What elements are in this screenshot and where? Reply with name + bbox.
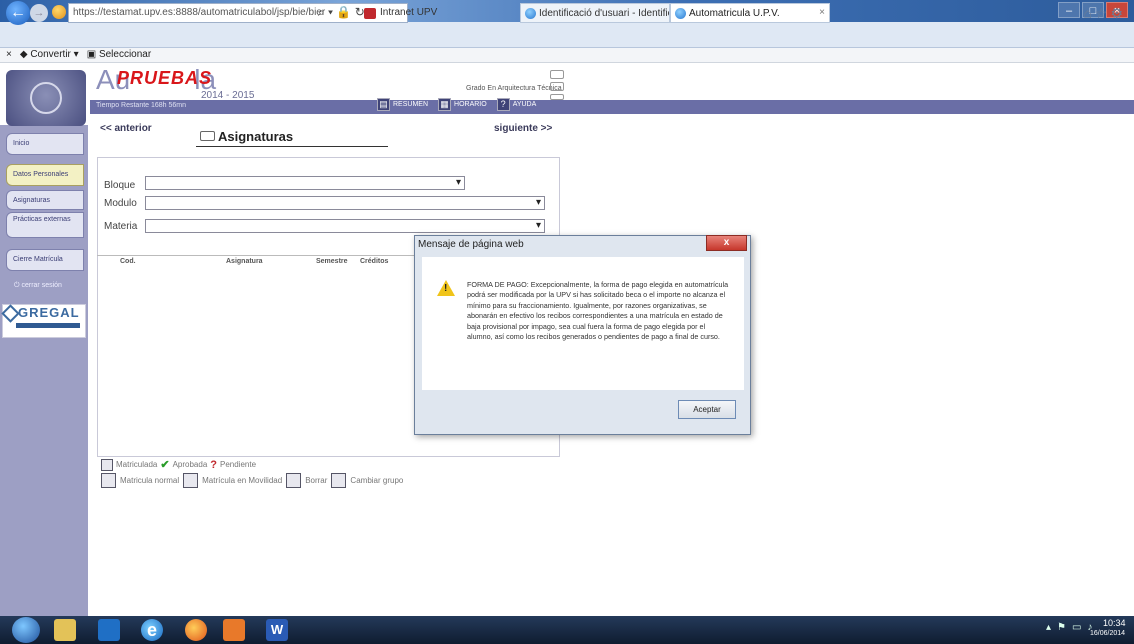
select-button[interactable]: ▣ Seleccionar xyxy=(87,49,152,61)
minimize-button[interactable]: – xyxy=(1058,2,1080,18)
column-header-semestre: Semestre xyxy=(316,258,348,265)
university-seal-logo xyxy=(6,70,86,126)
title-underline xyxy=(196,146,388,147)
navigation-bar xyxy=(0,22,1134,48)
column-header-creditos: Créditos xyxy=(360,258,389,265)
office-icon[interactable] xyxy=(223,619,245,641)
enrolled-icon xyxy=(101,458,113,471)
tab-label: Intranet UPV xyxy=(380,7,438,18)
start-button[interactable] xyxy=(12,617,40,643)
tab-automatricula[interactable]: Automatricula U.P.V. × xyxy=(670,3,830,23)
explorer-icon[interactable] xyxy=(54,619,76,641)
gregal-subbar xyxy=(16,323,80,328)
clock-date[interactable]: 16/06/2014 xyxy=(1090,630,1125,637)
dialog-message: FORMA DE PAGO: Excepcionalmente, la form… xyxy=(467,280,729,342)
home-favorites-settings-icons[interactable]: ⌂☆⚙ xyxy=(1083,5,1126,22)
page-title: Asignaturas xyxy=(218,129,294,144)
sidebar-item-practicas[interactable]: Prácticas externas xyxy=(6,212,84,238)
close-toolbar-icon[interactable]: × xyxy=(6,49,12,61)
logout-link[interactable]: ⏻ cerrar sesión xyxy=(14,282,62,290)
word-icon[interactable]: W xyxy=(266,619,288,641)
section-icon xyxy=(200,131,215,141)
tab-label: Automatricula U.P.V. xyxy=(689,8,780,19)
firefox-icon[interactable] xyxy=(185,619,207,641)
tab-label: Identificació d'usuari - Identific... xyxy=(539,8,670,19)
summary-button[interactable]: ▤ RESUMEN xyxy=(377,98,428,111)
ie-icon xyxy=(675,8,686,19)
materia-label: Materia xyxy=(104,221,138,232)
sidebar-item-asignaturas[interactable]: Asignaturas xyxy=(6,190,84,210)
bloque-select[interactable]: ▾ xyxy=(145,176,465,190)
column-header-asignatura: Asignatura xyxy=(226,258,263,265)
question-icon: ? xyxy=(210,458,218,471)
clock-time[interactable]: 10:34 xyxy=(1103,618,1126,628)
sidebar-item-cierre[interactable]: Cierre Matrícula xyxy=(6,249,84,271)
delete-icon xyxy=(286,473,302,488)
check-icon: ✔ xyxy=(160,459,170,471)
ie-icon xyxy=(525,8,536,19)
help-button[interactable]: ? AYUDA xyxy=(496,98,536,111)
dialog-title: Mensaje de página web xyxy=(418,239,524,250)
schedule-button[interactable]: ▦ HORARIO xyxy=(438,98,487,111)
degree-selector[interactable] xyxy=(550,70,564,79)
degree-name: Grado En Arquitectura Técnica xyxy=(466,85,562,92)
change-group-icon xyxy=(331,473,347,488)
sidebar-item-inicio[interactable]: Inicio xyxy=(6,133,84,155)
header-bar xyxy=(90,100,1134,114)
accept-button[interactable]: Aceptar xyxy=(678,400,736,419)
warning-mark: ! xyxy=(444,283,448,294)
command-bar: × ◆ Convertir ▾ ▣ Seleccionar xyxy=(0,48,1134,63)
time-remaining: Tiempo Restante 168h 56mn xyxy=(96,102,187,109)
sidebar-item-datos-personales[interactable]: Datos Personales xyxy=(6,164,84,186)
header-toolbar: ▤ RESUMEN ▦ HORARIO ? AYUDA xyxy=(377,98,536,111)
internet-explorer-icon[interactable]: e xyxy=(141,619,163,641)
forward-button[interactable]: → xyxy=(30,4,48,22)
modulo-select[interactable]: ▾ xyxy=(145,196,545,210)
dialog-close-button[interactable]: x xyxy=(706,235,747,251)
media-player-icon[interactable] xyxy=(98,619,120,641)
tab-intranet[interactable]: Intranet UPV xyxy=(358,3,508,23)
convert-menu[interactable]: ◆ Convertir ▾ xyxy=(20,49,79,61)
tab-identificacio[interactable]: Identificació d'usuari - Identific... xyxy=(520,3,670,23)
previous-link[interactable]: << anterior xyxy=(100,123,152,134)
summary-icon: ▤ xyxy=(377,98,390,111)
modulo-label: Modulo xyxy=(104,198,137,209)
back-button[interactable]: ← xyxy=(6,1,30,25)
column-header-cod: Cod. xyxy=(120,258,136,265)
next-link[interactable]: siguiente >> xyxy=(494,123,552,134)
help-icon: ? xyxy=(496,98,510,111)
test-watermark: PRUEBAS xyxy=(117,68,213,88)
intranet-icon xyxy=(364,8,376,19)
close-tab-icon[interactable]: × xyxy=(819,7,825,18)
site-favicon-icon xyxy=(52,5,66,19)
gregal-label: GREGAL xyxy=(18,305,80,320)
taskbar xyxy=(0,616,1134,644)
degree-selector[interactable] xyxy=(550,82,564,91)
edit-icon xyxy=(101,473,116,488)
action-legend: Matricula normal Matrícula en Movilidad … xyxy=(101,473,403,488)
mobility-icon xyxy=(183,473,199,488)
status-legend: Matriculada ✔ Aprobada ? Pendiente xyxy=(101,458,256,471)
bloque-label: Bloque xyxy=(104,180,136,191)
schedule-icon: ▦ xyxy=(438,98,452,111)
materia-select[interactable]: ▾ xyxy=(145,219,545,233)
